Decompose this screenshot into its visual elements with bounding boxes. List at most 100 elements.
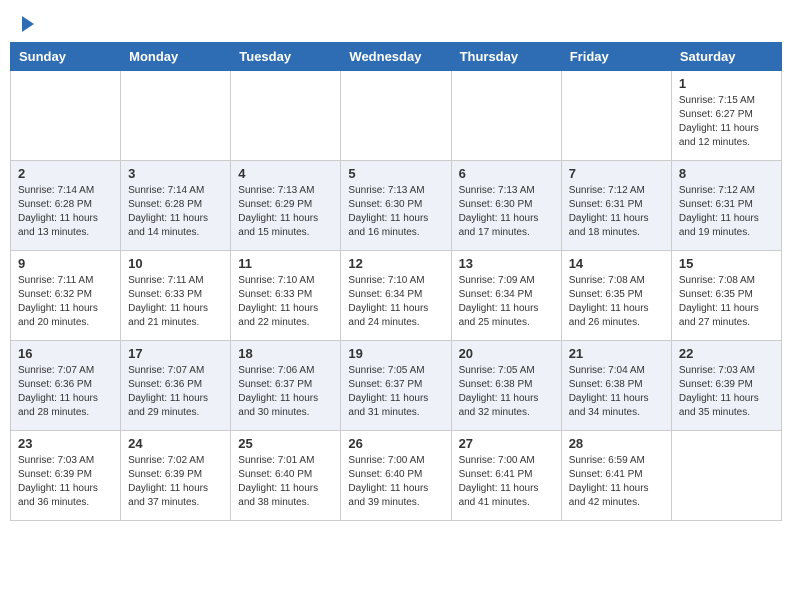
day-info: Sunrise: 7:05 AM Sunset: 6:38 PM Dayligh… [459,364,554,420]
day-cell: 7 Sunrise: 7:12 AM Sunset: 6:31 PM Daylig… [561,161,671,251]
day-cell [341,71,451,161]
day-cell: 24 Sunrise: 7:02 AM Sunset: 6:39 PM Dayli… [121,431,231,521]
day-info: Sunrise: 7:13 AM Sunset: 6:30 PM Dayligh… [459,184,554,240]
day-cell: 23 Sunrise: 7:03 AM Sunset: 6:39 PM Dayli… [11,431,121,521]
day-cell: 5 Sunrise: 7:13 AM Sunset: 6:30 PM Daylig… [341,161,451,251]
day-cell: 15Sunrise: 7:08 AM Sunset: 6:35 PM Dayli… [671,251,781,341]
day-info: Sunrise: 7:14 AM Sunset: 6:28 PM Dayligh… [128,184,223,240]
calendar-table: SundayMondayTuesdayWednesdayThursdayFrid… [10,42,782,521]
day-number: 25 [238,436,333,451]
day-cell: 21 Sunrise: 7:04 AM Sunset: 6:38 PM Dayli… [561,341,671,431]
day-number: 9 [18,256,113,271]
day-info: Sunrise: 7:00 AM Sunset: 6:40 PM Dayligh… [348,454,443,510]
day-number: 1 [679,76,774,91]
day-cell: 1 Sunrise: 7:15 AM Sunset: 6:27 PM Daylig… [671,71,781,161]
day-cell: 2 Sunrise: 7:14 AM Sunset: 6:28 PM Daylig… [11,161,121,251]
day-cell: 13 Sunrise: 7:09 AM Sunset: 6:34 PM Dayli… [451,251,561,341]
day-number: 4 [238,166,333,181]
day-info: Sunrise: 7:11 AM Sunset: 6:33 PM Dayligh… [128,274,223,330]
day-info: Sunrise: 6:59 AM Sunset: 6:41 PM Dayligh… [569,454,664,510]
logo-triangle-icon [22,16,34,32]
day-number: 17 [128,346,223,361]
day-number: 10 [128,256,223,271]
day-number: 22 [679,346,774,361]
day-cell: 9 Sunrise: 7:11 AM Sunset: 6:32 PM Daylig… [11,251,121,341]
page-header [10,10,782,37]
day-cell: 12 Sunrise: 7:10 AM Sunset: 6:34 PM Dayli… [341,251,451,341]
day-number: 21 [569,346,664,361]
day-info: Sunrise: 7:00 AM Sunset: 6:41 PM Dayligh… [459,454,554,510]
day-cell [231,71,341,161]
day-number: 7 [569,166,664,181]
day-info: Sunrise: 7:10 AM Sunset: 6:34 PM Dayligh… [348,274,443,330]
day-number: 26 [348,436,443,451]
day-number: 2 [18,166,113,181]
weekday-header-wednesday: Wednesday [341,43,451,71]
weekday-header-tuesday: Tuesday [231,43,341,71]
week-row-5: 23 Sunrise: 7:03 AM Sunset: 6:39 PM Dayli… [11,431,782,521]
day-info: Sunrise: 7:09 AM Sunset: 6:34 PM Dayligh… [459,274,554,330]
day-number: 20 [459,346,554,361]
weekday-header-monday: Monday [121,43,231,71]
week-row-3: 9 Sunrise: 7:11 AM Sunset: 6:32 PM Daylig… [11,251,782,341]
day-number: 28 [569,436,664,451]
day-info: Sunrise: 7:07 AM Sunset: 6:36 PM Dayligh… [128,364,223,420]
day-number: 23 [18,436,113,451]
day-cell: 8 Sunrise: 7:12 AM Sunset: 6:31 PM Daylig… [671,161,781,251]
day-cell: 22 Sunrise: 7:03 AM Sunset: 6:39 PM Dayli… [671,341,781,431]
day-number: 3 [128,166,223,181]
logo [20,20,34,32]
week-row-2: 2 Sunrise: 7:14 AM Sunset: 6:28 PM Daylig… [11,161,782,251]
weekday-header-saturday: Saturday [671,43,781,71]
day-cell: 18Sunrise: 7:06 AM Sunset: 6:37 PM Dayli… [231,341,341,431]
day-cell: 17 Sunrise: 7:07 AM Sunset: 6:36 PM Dayli… [121,341,231,431]
day-info: Sunrise: 7:10 AM Sunset: 6:33 PM Dayligh… [238,274,333,330]
day-cell: 6Sunrise: 7:13 AM Sunset: 6:30 PM Daylig… [451,161,561,251]
day-info: Sunrise: 7:13 AM Sunset: 6:30 PM Dayligh… [348,184,443,240]
day-number: 15 [679,256,774,271]
weekday-header-friday: Friday [561,43,671,71]
day-info: Sunrise: 7:13 AM Sunset: 6:29 PM Dayligh… [238,184,333,240]
day-info: Sunrise: 7:03 AM Sunset: 6:39 PM Dayligh… [679,364,774,420]
day-cell: 19Sunrise: 7:05 AM Sunset: 6:37 PM Dayli… [341,341,451,431]
day-cell: 26 Sunrise: 7:00 AM Sunset: 6:40 PM Dayli… [341,431,451,521]
day-number: 11 [238,256,333,271]
day-cell: 25 Sunrise: 7:01 AM Sunset: 6:40 PM Dayli… [231,431,341,521]
weekday-header-sunday: Sunday [11,43,121,71]
day-cell: 28 Sunrise: 6:59 AM Sunset: 6:41 PM Dayli… [561,431,671,521]
day-cell: 20 Sunrise: 7:05 AM Sunset: 6:38 PM Dayli… [451,341,561,431]
day-cell [671,431,781,521]
day-info: Sunrise: 7:08 AM Sunset: 6:35 PM Dayligh… [569,274,664,330]
day-cell: 3 Sunrise: 7:14 AM Sunset: 6:28 PM Daylig… [121,161,231,251]
day-cell: 4 Sunrise: 7:13 AM Sunset: 6:29 PM Daylig… [231,161,341,251]
day-number: 24 [128,436,223,451]
day-number: 12 [348,256,443,271]
day-cell: 16Sunrise: 7:07 AM Sunset: 6:36 PM Dayli… [11,341,121,431]
day-cell [561,71,671,161]
day-info: Sunrise: 7:15 AM Sunset: 6:27 PM Dayligh… [679,94,774,150]
week-row-1: 1 Sunrise: 7:15 AM Sunset: 6:27 PM Daylig… [11,71,782,161]
day-number: 5 [348,166,443,181]
weekday-header-thursday: Thursday [451,43,561,71]
day-number: 13 [459,256,554,271]
day-info: Sunrise: 7:03 AM Sunset: 6:39 PM Dayligh… [18,454,113,510]
day-cell: 14Sunrise: 7:08 AM Sunset: 6:35 PM Dayli… [561,251,671,341]
day-number: 8 [679,166,774,181]
day-info: Sunrise: 7:11 AM Sunset: 6:32 PM Dayligh… [18,274,113,330]
day-cell [451,71,561,161]
day-cell: 11 Sunrise: 7:10 AM Sunset: 6:33 PM Dayli… [231,251,341,341]
day-info: Sunrise: 7:07 AM Sunset: 6:36 PM Dayligh… [18,364,113,420]
day-number: 19 [348,346,443,361]
week-row-4: 16Sunrise: 7:07 AM Sunset: 6:36 PM Dayli… [11,341,782,431]
day-info: Sunrise: 7:04 AM Sunset: 6:38 PM Dayligh… [569,364,664,420]
day-cell: 10 Sunrise: 7:11 AM Sunset: 6:33 PM Dayli… [121,251,231,341]
weekday-header-row: SundayMondayTuesdayWednesdayThursdayFrid… [11,43,782,71]
day-cell: 27Sunrise: 7:00 AM Sunset: 6:41 PM Dayli… [451,431,561,521]
day-info: Sunrise: 7:01 AM Sunset: 6:40 PM Dayligh… [238,454,333,510]
day-info: Sunrise: 7:12 AM Sunset: 6:31 PM Dayligh… [679,184,774,240]
day-info: Sunrise: 7:02 AM Sunset: 6:39 PM Dayligh… [128,454,223,510]
day-info: Sunrise: 7:12 AM Sunset: 6:31 PM Dayligh… [569,184,664,240]
day-cell [121,71,231,161]
day-info: Sunrise: 7:06 AM Sunset: 6:37 PM Dayligh… [238,364,333,420]
day-info: Sunrise: 7:14 AM Sunset: 6:28 PM Dayligh… [18,184,113,240]
